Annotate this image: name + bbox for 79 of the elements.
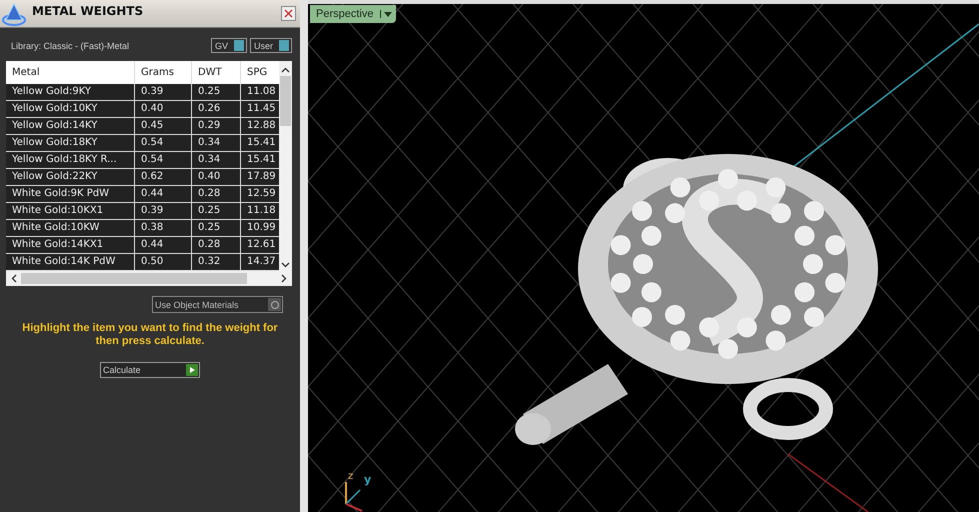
table-cell-text: 12.59: [246, 187, 277, 201]
table-row[interactable]: Yellow Gold:18KY 0.54 0.34 15.41: [6, 135, 279, 152]
table-cell: White Gold:9K PdW: [6, 186, 135, 202]
table-cell: 0.25: [192, 84, 241, 100]
pyramid-icon: [2, 2, 26, 26]
table-cell-text: 14.37: [246, 255, 277, 269]
use-object-materials-checkbox[interactable]: Use Object Materials: [152, 296, 283, 313]
table-cell: 0.39: [135, 84, 192, 100]
close-button[interactable]: [281, 6, 296, 21]
table-row[interactable]: Yellow Gold:10KY 0.40 0.26 11.45: [6, 101, 279, 118]
table-cell-text: 11.08: [246, 85, 277, 99]
table-cell: 0.32: [192, 254, 241, 270]
table-row[interactable]: Yellow Gold:22KY 0.62 0.40 17.89: [6, 169, 279, 186]
table-row[interactable]: White Gold:10KX1 0.39 0.25 11.18: [6, 203, 279, 220]
axis-gizmo-drawing: [345, 482, 362, 512]
table-cell: 0.29: [192, 118, 241, 134]
table-cell: 0.38: [135, 220, 192, 236]
panel-title: METAL WEIGHTS: [32, 4, 144, 18]
table-cell-text: 10.99: [246, 221, 277, 235]
table-cell: 0.44: [135, 237, 192, 253]
table-cell: 0.25: [192, 203, 241, 219]
table-cell: White Gold:10KX1: [6, 203, 135, 219]
scroll-down-icon[interactable]: [281, 262, 290, 268]
calculate-button[interactable]: Calculate: [100, 362, 200, 378]
table-row[interactable]: Yellow Gold:18KY R... 0.54 0.34 15.41: [6, 152, 279, 169]
table-cell: Yellow Gold:10KY: [6, 101, 135, 117]
axis-label: y: [364, 473, 372, 486]
toggle-button[interactable]: GV: [210, 38, 247, 53]
table-cell: Yellow Gold:14KY: [6, 118, 135, 134]
view-dropdown[interactable]: Perspective: [310, 5, 396, 23]
table-cell-text: 12.61: [246, 238, 277, 252]
table-cell: Yellow Gold:18KY R...: [6, 152, 135, 168]
table-cell: 0.40: [135, 101, 192, 117]
toggle-button[interactable]: User: [250, 38, 292, 53]
table-row[interactable]: White Gold:10KW 0.38 0.25 10.99: [6, 220, 279, 237]
scroll-thumb[interactable]: [21, 273, 247, 284]
table-cell: 0.39: [135, 203, 192, 219]
table-cell: 0.28: [192, 237, 241, 253]
scroll-thumb[interactable]: [280, 76, 291, 126]
table-row[interactable]: Yellow Gold:9KY 0.39 0.25 11.08: [6, 84, 279, 101]
table-cell: 0.34: [192, 152, 241, 168]
table-cell: 0.45: [135, 118, 192, 134]
table-cell: 0.62: [135, 169, 192, 185]
table-cell: 0.40: [192, 169, 241, 185]
table-cell: 0.26: [192, 101, 241, 117]
column-header[interactable]: SPG: [241, 61, 277, 84]
table-cell: Yellow Gold:18KY: [6, 135, 135, 151]
table-cell: 0.50: [135, 254, 192, 270]
instruction-text: Highlight the item you want to find the weight for then press calculate.: [21, 322, 279, 348]
caret-icon: [380, 10, 393, 18]
table-cell: 0.28: [192, 186, 241, 202]
table-cell: 0.54: [135, 152, 192, 168]
table-cell: 0.25: [192, 220, 241, 236]
scroll-left-icon[interactable]: [11, 274, 17, 283]
table-cell: White Gold:14KX1: [6, 237, 135, 253]
scroll-up-icon[interactable]: [281, 67, 290, 73]
table-row[interactable]: White Gold:14K PdW 0.50 0.32 14.37: [6, 254, 279, 271]
axis-label: z: [348, 471, 354, 482]
table-cell-text: 15.41: [246, 136, 277, 150]
3d-viewport[interactable]: Perspective z y: [308, 0, 979, 512]
play-icon: [186, 364, 198, 376]
table-cell: 0.44: [135, 186, 192, 202]
table-cell: White Gold:10KW: [6, 220, 135, 236]
table-row[interactable]: White Gold:9K PdW 0.44 0.28 12.59: [6, 186, 279, 203]
scroll-right-icon[interactable]: [281, 274, 287, 283]
table-row[interactable]: White Gold:14KX1 0.44 0.28 12.61: [6, 237, 279, 254]
table-cell: White Gold:14K PdW: [6, 254, 135, 270]
table-cell: 0.34: [192, 135, 241, 151]
table-cell: Yellow Gold:9KY: [6, 84, 135, 100]
close-icon: [284, 9, 293, 18]
table-cell-text: 12.88: [246, 119, 277, 133]
table-cell: Yellow Gold:22KY: [6, 169, 135, 185]
table-cell: 0.54: [135, 135, 192, 151]
table-cell-text: 17.89: [246, 170, 277, 184]
table-cell-text: 11.45: [246, 102, 277, 116]
table-cell-text: 15.41: [246, 153, 277, 167]
library-label: Library: Classic - (Fast)-Metal: [11, 40, 130, 50]
table-row[interactable]: Yellow Gold:14KY 0.45 0.29 12.88: [6, 118, 279, 135]
table-cell-text: 11.18: [246, 204, 277, 218]
